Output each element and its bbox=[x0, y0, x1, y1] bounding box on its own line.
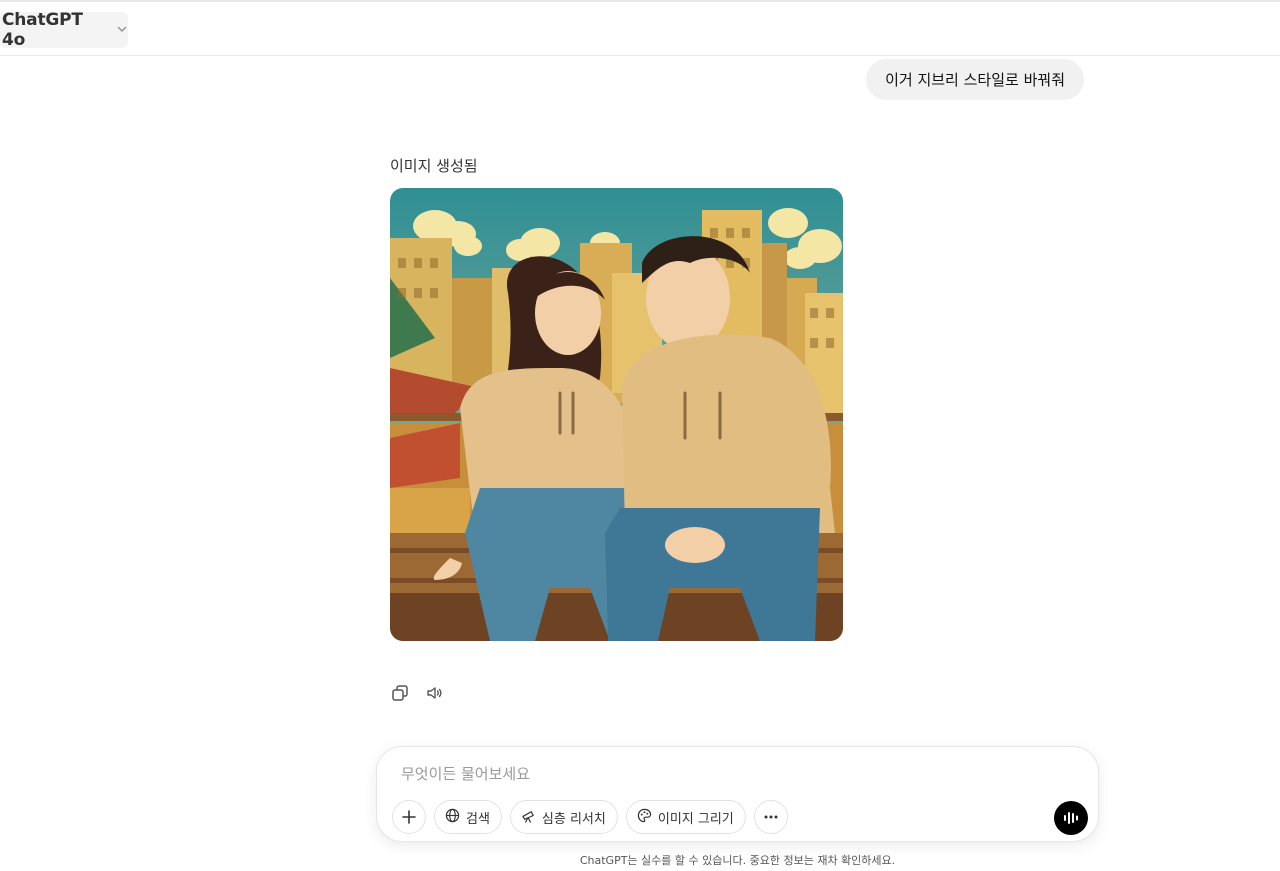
user-message: 이거 지브리 스타일로 바꿔줘 bbox=[866, 59, 1084, 100]
message-actions bbox=[389, 682, 445, 704]
composer: 검색 심층 리서치 이미지 그리기 bbox=[376, 746, 1099, 842]
deep-research-label: 심층 리서치 bbox=[541, 811, 606, 827]
image-draw-button[interactable]: 이미지 그리기 bbox=[625, 800, 746, 834]
voice-mode-icon[interactable] bbox=[1054, 801, 1088, 835]
copy-icon[interactable] bbox=[389, 682, 411, 704]
image-generated-label: 이미지 생성됨 bbox=[390, 157, 478, 175]
footer-disclaimer: ChatGPT는 실수를 할 수 있습니다. 중요한 정보는 재차 확인하세요. bbox=[579, 854, 896, 867]
header-bar: ChatGPT 4o bbox=[0, 2, 1280, 56]
model-switcher[interactable]: ChatGPT 4o bbox=[0, 10, 128, 50]
palette-icon bbox=[637, 808, 652, 827]
speaker-icon[interactable] bbox=[423, 682, 445, 704]
plus-icon[interactable] bbox=[392, 800, 426, 834]
image-draw-label: 이미지 그리기 bbox=[657, 811, 734, 827]
search-tool-button[interactable]: 검색 bbox=[434, 800, 502, 834]
chevron-down-icon bbox=[116, 23, 128, 38]
generated-illustration bbox=[390, 188, 843, 641]
more-dots-icon[interactable] bbox=[753, 800, 788, 834]
deep-research-button[interactable]: 심층 리서치 bbox=[509, 800, 618, 834]
model-name: ChatGPT 4o bbox=[2, 10, 83, 50]
composer-tools: 검색 심층 리서치 이미지 그리기 bbox=[392, 800, 788, 834]
search-tool-label: 검색 bbox=[466, 811, 490, 827]
telescope-icon bbox=[521, 808, 536, 827]
prompt-input[interactable] bbox=[401, 761, 1041, 787]
generated-image[interactable] bbox=[390, 188, 843, 641]
globe-icon bbox=[445, 808, 460, 827]
